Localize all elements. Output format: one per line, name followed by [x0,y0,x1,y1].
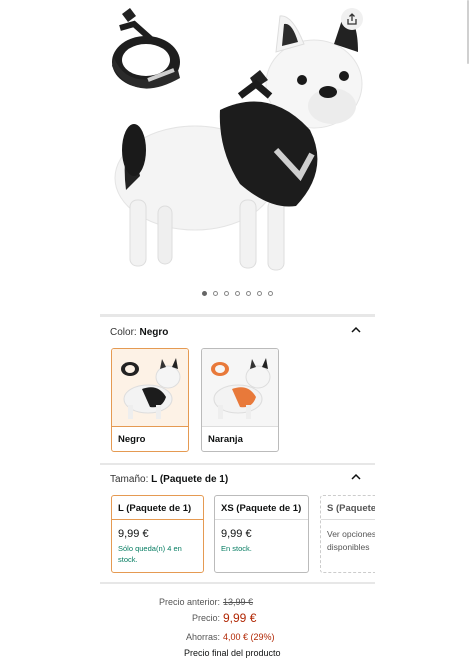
dog-orange-harness-thumbnail [211,358,271,419]
carousel-dot[interactable] [224,291,229,296]
swatch-image [112,349,188,427]
divider [100,314,375,317]
carousel-dots [100,291,375,296]
size-option-l[interactable]: L (Paquete de 1) 9,99 € Sólo queda(n) 4 … [111,495,204,573]
final-price-note: Precio final del producto [184,648,281,658]
size-option-stock: En stock. [221,544,252,553]
harness-thumbnail-illustration [112,8,180,89]
dog-black-harness-thumbnail [121,358,181,419]
size-option-name: S (Paquete de 1) [321,496,375,520]
size-option-unavailable: Ver opciones disponibles [321,520,375,554]
swatch-image [202,349,278,427]
chevron-up-icon[interactable] [351,326,361,334]
size-label: Tamaño: [110,474,149,485]
divider [100,463,375,465]
price-label: Precio: [191,613,220,623]
product-image-carousel[interactable] [100,0,375,285]
swatch-label: Naranja [208,434,243,445]
size-selector-header[interactable]: Tamaño: L (Paquete de 1) [110,474,228,485]
price-value: 9,99 € [223,611,257,625]
previous-price-label: Precio anterior: [158,597,220,607]
product-photo [112,8,363,271]
selected-color: Negro [139,327,169,338]
unavailable-line: disponibles [327,542,370,553]
chevron-up-icon[interactable] [351,473,361,481]
swatch-label: Negro [118,434,146,445]
carousel-dot[interactable] [213,291,218,296]
size-option-price: 9,99 € [118,528,149,540]
product-page: Color: Negro Negro Naranja Tamaño: L (Pa… [100,0,375,667]
share-button[interactable] [341,8,363,30]
color-selector-header[interactable]: Color: Negro [110,327,168,338]
size-option-xs[interactable]: XS (Paquete de 1) 9,99 € En stock. [214,495,309,573]
color-option-naranja[interactable]: Naranja [201,348,279,452]
size-option-name: XS (Paquete de 1) [215,496,308,520]
divider [100,582,375,584]
carousel-dot[interactable] [246,291,251,296]
carousel-dot[interactable] [268,291,273,296]
scrollbar[interactable] [467,0,469,64]
size-option-s[interactable]: S (Paquete de 1) Ver opciones disponible… [320,495,375,573]
carousel-dot[interactable] [257,291,262,296]
size-option-stock: Sólo queda(n) 4 en stock. [118,544,182,565]
size-option-name: L (Paquete de 1) [112,496,203,520]
selected-size: L (Paquete de 1) [151,474,229,485]
share-icon [347,13,357,25]
savings-value: 4,00 € (29%) [223,632,275,642]
savings-label: Ahorras: [185,632,220,642]
unavailable-line: Ver opciones [327,529,375,539]
color-option-negro[interactable]: Negro [111,348,189,452]
color-label: Color: [110,327,137,338]
size-option-price: 9,99 € [221,528,252,540]
previous-price-value: 13,99 € [223,597,254,607]
carousel-dot[interactable] [202,291,207,296]
carousel-dot[interactable] [235,291,240,296]
